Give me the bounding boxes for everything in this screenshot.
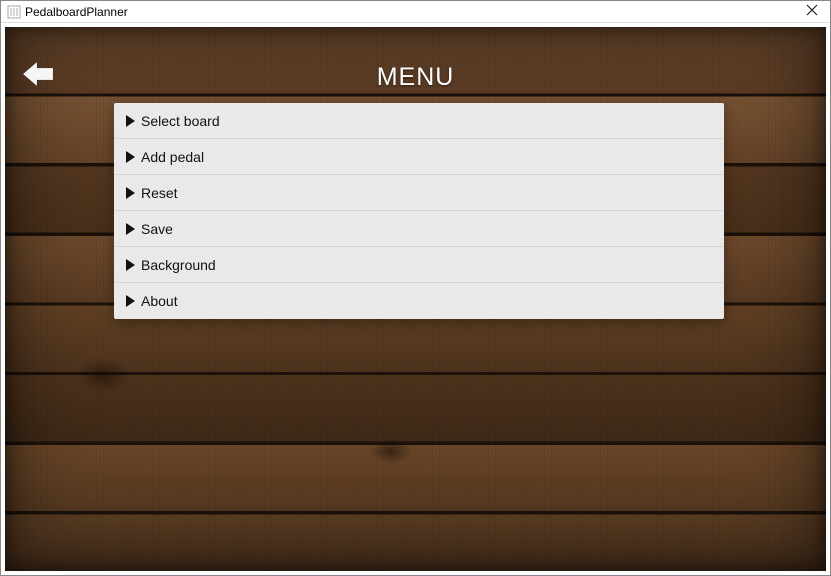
close-icon[interactable]	[802, 4, 822, 19]
menu-panel: Select board Add pedal Reset Save	[114, 103, 724, 319]
menu-item-background[interactable]: Background	[114, 247, 724, 283]
menu-item-label: Background	[141, 257, 216, 273]
menu-item-reset[interactable]: Reset	[114, 175, 724, 211]
titlebar: PedalboardPlanner	[1, 1, 830, 23]
menu-item-about[interactable]: About	[114, 283, 724, 319]
menu-item-select-board[interactable]: Select board	[114, 103, 724, 139]
chevron-right-icon	[126, 259, 135, 271]
chevron-right-icon	[126, 151, 135, 163]
app-icon	[7, 5, 21, 19]
menu-item-label: Select board	[141, 113, 220, 129]
page-title: MENU	[1, 63, 830, 92]
chevron-right-icon	[126, 223, 135, 235]
menu-item-label: About	[141, 293, 178, 309]
chevron-right-icon	[126, 187, 135, 199]
content-area: MENU Select board Add pedal Reset	[1, 23, 830, 575]
chevron-right-icon	[126, 115, 135, 127]
window-title: PedalboardPlanner	[25, 5, 128, 19]
app-window: PedalboardPlanner MENU Select board	[0, 0, 831, 576]
menu-item-add-pedal[interactable]: Add pedal	[114, 139, 724, 175]
menu-item-save[interactable]: Save	[114, 211, 724, 247]
menu-item-label: Reset	[141, 185, 178, 201]
menu-item-label: Save	[141, 221, 173, 237]
chevron-right-icon	[126, 295, 135, 307]
titlebar-left: PedalboardPlanner	[7, 5, 128, 19]
menu-item-label: Add pedal	[141, 149, 204, 165]
